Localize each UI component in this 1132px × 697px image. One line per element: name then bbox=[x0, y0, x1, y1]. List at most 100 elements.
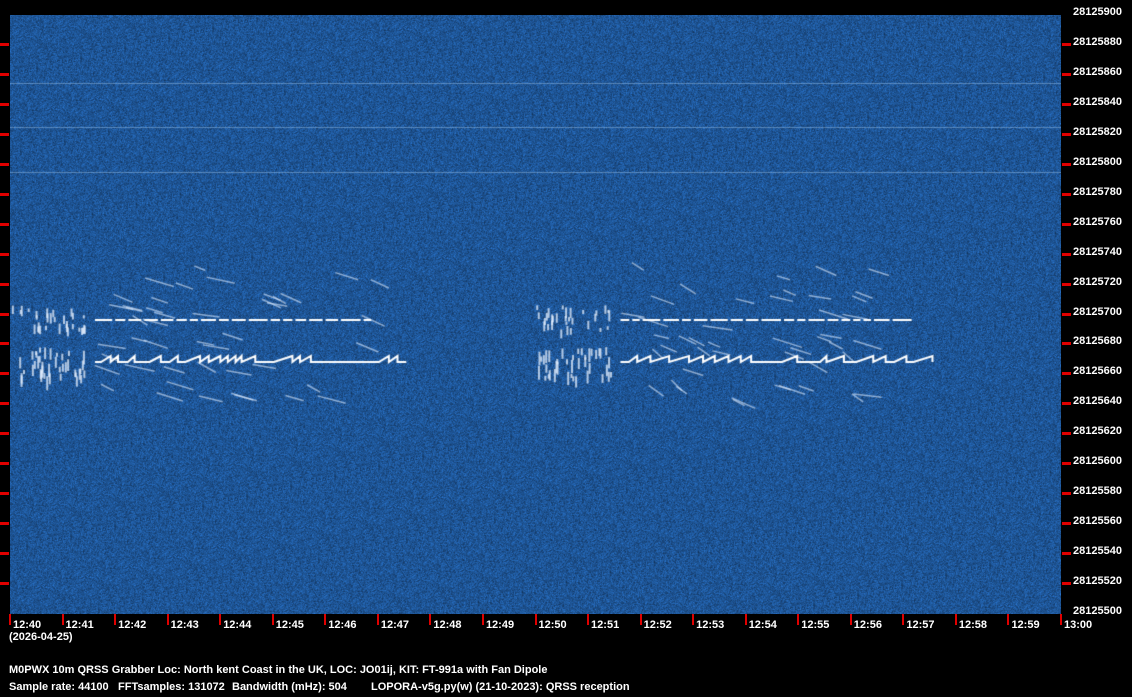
x-tick-mark bbox=[797, 614, 800, 625]
x-tick-label: 12:44 bbox=[223, 619, 252, 631]
x-tick-mark bbox=[61, 614, 64, 625]
x-tick-mark bbox=[849, 614, 852, 625]
y-tick-mark bbox=[1062, 72, 1071, 76]
y-tick-label: 28125760 bbox=[1073, 215, 1122, 228]
y-tick-label: 28125780 bbox=[1073, 185, 1122, 198]
sample-rate: Sample rate: 44100 bbox=[9, 681, 109, 693]
y-tick-label: 28125900 bbox=[1073, 6, 1122, 18]
x-tick-mark bbox=[692, 614, 695, 625]
y-tick-mark bbox=[1062, 492, 1071, 496]
y-tick-mark bbox=[1062, 162, 1071, 166]
y-tick-mark bbox=[0, 312, 9, 316]
x-tick-mark bbox=[114, 614, 117, 625]
y-tick-label: 28125560 bbox=[1073, 515, 1122, 528]
x-tick-label: 12:53 bbox=[696, 619, 725, 631]
y-tick-label: 28125500 bbox=[1073, 605, 1122, 617]
grabber-title: M0PWX 10m QRSS Grabber Loc: North kent C… bbox=[9, 664, 548, 676]
y-tick-mark bbox=[1062, 132, 1071, 136]
y-tick-mark bbox=[0, 462, 9, 466]
x-tick-label: 12:48 bbox=[433, 619, 462, 631]
y-tick-mark bbox=[0, 282, 9, 286]
y-tick-mark bbox=[0, 552, 9, 556]
y-tick-label: 28125600 bbox=[1073, 455, 1122, 468]
spectrogram-waterfall bbox=[10, 15, 1061, 614]
x-tick-label: 12:52 bbox=[643, 619, 672, 631]
x-tick-label: 12:56 bbox=[853, 619, 882, 631]
y-tick-mark bbox=[0, 522, 9, 526]
x-tick-label: 12:55 bbox=[801, 619, 830, 631]
x-tick-mark bbox=[9, 614, 11, 625]
y-tick-mark bbox=[1062, 552, 1071, 556]
y-tick-mark bbox=[1062, 192, 1071, 196]
y-tick-mark bbox=[1062, 432, 1071, 436]
x-tick-label: 12:59 bbox=[1011, 619, 1040, 631]
y-tick-mark bbox=[0, 402, 9, 406]
y-tick-label: 28125880 bbox=[1073, 35, 1122, 48]
y-tick-label: 28125540 bbox=[1073, 545, 1122, 558]
y-tick-mark bbox=[1062, 342, 1071, 346]
x-tick-label: 12:50 bbox=[538, 619, 567, 631]
x-tick-label: 12:51 bbox=[591, 619, 620, 631]
x-tick-mark bbox=[744, 614, 747, 625]
y-tick-mark bbox=[1062, 462, 1071, 466]
y-tick-label: 28125800 bbox=[1073, 155, 1122, 168]
y-tick-label: 28125700 bbox=[1073, 305, 1122, 318]
x-tick-label: 13:00 bbox=[1064, 619, 1093, 631]
y-tick-label: 28125820 bbox=[1073, 125, 1122, 138]
y-tick-mark bbox=[0, 132, 9, 136]
y-tick-label: 28125840 bbox=[1073, 95, 1122, 108]
y-tick-mark bbox=[0, 582, 9, 586]
y-tick-label: 28125740 bbox=[1073, 245, 1122, 258]
y-tick-mark bbox=[0, 432, 9, 436]
y-tick-label: 28125860 bbox=[1073, 65, 1122, 78]
y-tick-mark bbox=[0, 342, 9, 346]
y-tick-mark bbox=[1062, 42, 1071, 46]
software-version: LOPORA-v5g.py(w) (21-10-2023): QRSS rece… bbox=[371, 681, 630, 693]
y-tick-label: 28125660 bbox=[1073, 365, 1122, 378]
y-tick-mark bbox=[0, 162, 9, 166]
bandwidth: Bandwidth (mHz): 504 bbox=[232, 681, 347, 693]
x-tick-label: 12:42 bbox=[118, 619, 147, 631]
y-tick-mark bbox=[0, 222, 9, 226]
x-tick-label: 12:54 bbox=[748, 619, 777, 631]
y-tick-mark bbox=[0, 372, 9, 376]
x-tick-label: 12:45 bbox=[275, 619, 304, 631]
x-tick-mark bbox=[587, 614, 590, 625]
x-tick-mark bbox=[166, 614, 169, 625]
y-tick-mark bbox=[1062, 582, 1071, 586]
y-tick-label: 28125520 bbox=[1073, 575, 1122, 588]
y-tick-mark bbox=[0, 192, 9, 196]
x-tick-label: 12:40 bbox=[13, 619, 42, 631]
x-tick-label: 12:41 bbox=[65, 619, 94, 631]
date-label: (2026-04-25) bbox=[9, 631, 73, 643]
y-tick-mark bbox=[1062, 282, 1071, 286]
y-tick-mark bbox=[1062, 102, 1071, 106]
fft-samples: FFTsamples: 131072 bbox=[118, 681, 225, 693]
x-tick-label: 12:57 bbox=[906, 619, 935, 631]
x-tick-mark bbox=[1060, 614, 1062, 625]
x-tick-mark bbox=[271, 614, 274, 625]
y-tick-mark bbox=[1062, 222, 1071, 226]
x-tick-label: 12:47 bbox=[380, 619, 409, 631]
y-tick-label: 28125720 bbox=[1073, 275, 1122, 288]
x-tick-mark bbox=[429, 614, 432, 625]
y-tick-label: 28125620 bbox=[1073, 425, 1122, 438]
x-tick-mark bbox=[902, 614, 905, 625]
x-tick-label: 12:46 bbox=[328, 619, 357, 631]
x-tick-mark bbox=[534, 614, 537, 625]
y-tick-label: 28125640 bbox=[1073, 395, 1122, 408]
y-tick-mark bbox=[0, 42, 9, 46]
y-tick-mark bbox=[1062, 522, 1071, 526]
y-tick-mark bbox=[1062, 252, 1071, 256]
x-tick-mark bbox=[219, 614, 222, 625]
y-tick-mark bbox=[1062, 402, 1071, 406]
x-tick-mark bbox=[376, 614, 379, 625]
x-tick-mark bbox=[481, 614, 484, 625]
x-tick-label: 12:49 bbox=[485, 619, 515, 631]
y-tick-mark bbox=[0, 72, 9, 76]
x-tick-mark bbox=[324, 614, 327, 625]
y-tick-mark bbox=[0, 102, 9, 106]
x-tick-label: 12:58 bbox=[958, 619, 988, 631]
x-tick-mark bbox=[1007, 614, 1010, 625]
y-tick-mark bbox=[0, 252, 9, 256]
